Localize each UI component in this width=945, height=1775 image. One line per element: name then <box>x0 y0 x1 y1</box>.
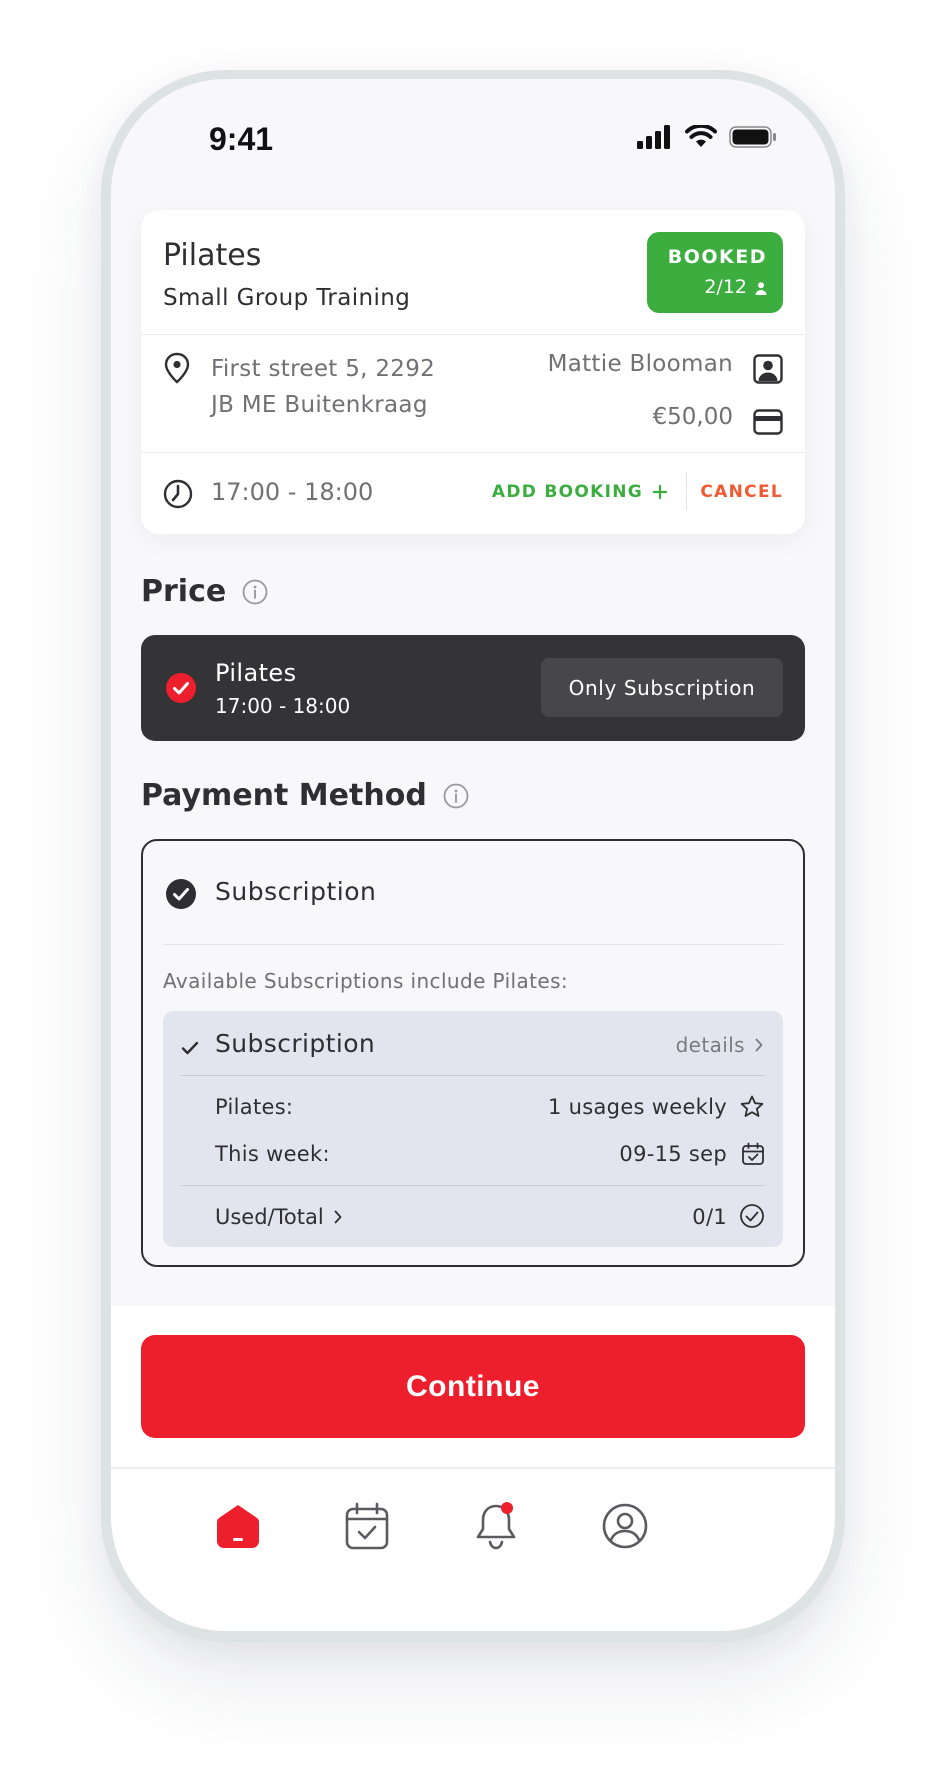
wifi-icon <box>685 125 717 147</box>
cancel-button[interactable]: CANCEL <box>700 482 783 502</box>
check-circle-outline-icon <box>740 1204 764 1228</box>
status-time: 9:41 <box>209 121 274 157</box>
subscription-divider <box>181 1075 765 1076</box>
chevron-right-icon <box>334 1210 342 1224</box>
price-option-selected[interactable]: Pilates 17:00 - 18:00 Only Subscription <box>141 635 805 741</box>
star-icon <box>740 1095 764 1117</box>
battery-icon <box>729 126 776 148</box>
nav-notifications[interactable] <box>466 1496 526 1556</box>
address: First street 5, 2292 JB ME Buitenkraag <box>211 351 435 423</box>
booking-card: Pilates Small Group Training BOOKED 2/12… <box>141 210 805 534</box>
booked-badge-label: BOOKED <box>667 246 767 268</box>
selected-check-icon <box>166 673 196 703</box>
booked-badge-count: 2/12 <box>704 276 747 298</box>
subscription-panel[interactable]: Subscription details Pilates: 1 usages w… <box>163 1011 783 1247</box>
row-label-week: This week: <box>215 1142 330 1166</box>
info-icon[interactable] <box>443 783 469 809</box>
nav-profile[interactable] <box>595 1496 655 1556</box>
add-booking-button[interactable]: ADD BOOKING <box>492 482 667 502</box>
details-label: details <box>675 1033 745 1057</box>
nav-home[interactable] <box>208 1496 268 1556</box>
continue-button[interactable]: Continue <box>141 1335 805 1438</box>
action-separator <box>686 472 687 510</box>
card-divider <box>141 334 805 335</box>
location-pin-icon <box>164 352 190 384</box>
check-circle-icon <box>166 879 196 909</box>
credit-card-icon <box>753 409 783 435</box>
price-option-time: 17:00 - 18:00 <box>215 694 351 718</box>
subscription-title: Subscription <box>215 1029 376 1058</box>
nav-calendar[interactable] <box>337 1496 397 1556</box>
payment-method-heading: Payment Method <box>141 778 469 813</box>
chevron-right-icon <box>755 1038 763 1052</box>
info-icon[interactable] <box>242 579 268 605</box>
home-icon <box>217 1505 259 1548</box>
phone-frame: 9:41 Pilates Small Group Training BOOKED… <box>101 70 845 1642</box>
booked-badge: BOOKED 2/12 <box>647 232 783 313</box>
payment-method-label: Subscription <box>215 877 377 906</box>
class-time: 17:00 - 18:00 <box>211 478 374 506</box>
used-total-value: 0/1 <box>692 1205 727 1229</box>
subscription-details-link[interactable]: details <box>676 1033 763 1057</box>
calendar-check-icon <box>345 1502 389 1550</box>
price-option-title: Pilates <box>215 659 297 687</box>
nav-divider <box>111 1467 835 1469</box>
trainer-portrait-icon <box>753 354 783 384</box>
only-subscription-tag: Only Subscription <box>541 658 783 717</box>
row-value-usages: 1 usages weekly <box>548 1095 727 1119</box>
signal-icon <box>637 125 670 149</box>
checkmark-icon <box>181 1041 199 1055</box>
app-screen: 9:41 Pilates Small Group Training BOOKED… <box>111 79 835 1631</box>
card-divider <box>141 452 805 453</box>
trainer-name: Mattie Blooman <box>547 351 733 377</box>
payment-method-heading-text: Payment Method <box>141 778 427 813</box>
price-heading-text: Price <box>141 574 227 609</box>
profile-icon <box>602 1503 648 1549</box>
address-line-1: First street 5, 2292 <box>211 356 436 382</box>
bell-icon <box>476 1502 516 1550</box>
class-subtitle: Small Group Training <box>163 285 411 311</box>
class-price: €50,00 <box>652 404 733 430</box>
status-icons <box>637 125 777 149</box>
plus-icon <box>653 485 667 499</box>
calendar-icon <box>742 1142 764 1165</box>
row-value-week-range: 09-15 sep <box>619 1142 727 1166</box>
row-label-pilates: Pilates: <box>215 1095 294 1119</box>
add-booking-label: ADD BOOKING <box>491 482 643 502</box>
payment-method-option[interactable]: Subscription Available Subscriptions inc… <box>141 839 805 1267</box>
bottom-bar: Continue <box>111 1306 835 1631</box>
clock-icon <box>163 479 193 509</box>
available-subscriptions-text: Available Subscriptions include Pilates: <box>163 969 569 993</box>
price-heading: Price <box>141 574 268 609</box>
address-line-2: JB ME Buitenkraag <box>211 392 428 418</box>
subscription-divider <box>181 1185 765 1186</box>
used-total-label: Used/Total <box>215 1205 324 1229</box>
payment-divider <box>163 944 783 945</box>
used-total-link[interactable]: Used/Total <box>215 1205 342 1229</box>
person-icon <box>755 282 767 295</box>
class-title: Pilates <box>163 238 262 273</box>
